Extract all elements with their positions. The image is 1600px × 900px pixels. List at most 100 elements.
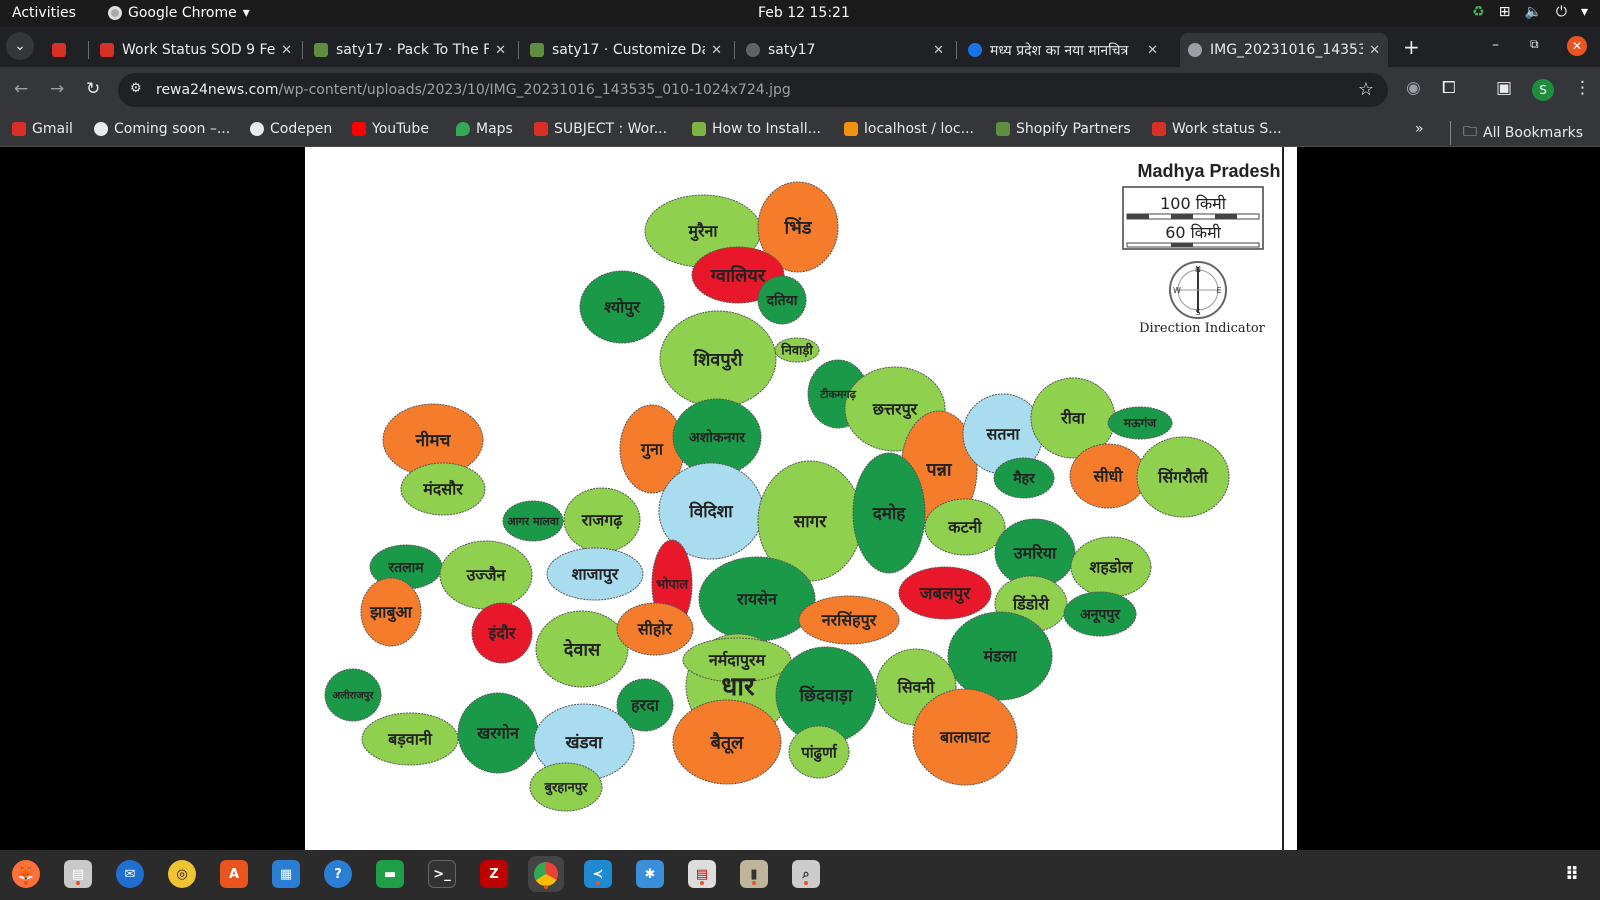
district-label: मुरैना — [687, 222, 718, 242]
tab-saty17[interactable]: saty17 ✕ — [738, 33, 952, 67]
minimize-button[interactable]: – — [1492, 37, 1499, 53]
bookmark-subject[interactable]: SUBJECT : Wor... — [534, 121, 667, 137]
firefox-icon[interactable]: 🦊 — [12, 860, 40, 888]
camera-icon[interactable]: ◉ — [1406, 78, 1421, 98]
all-bookmarks-button[interactable]: 🗀 All Bookmarks — [1450, 121, 1583, 145]
close-icon[interactable]: ✕ — [933, 43, 944, 58]
district-label: धार — [721, 672, 756, 702]
close-icon[interactable]: ✕ — [495, 43, 506, 58]
tab-customize[interactable]: saty17 · Customize Da ✕ — [522, 33, 730, 67]
district-label: आगर मालवा — [507, 515, 560, 528]
rhythmbox-icon[interactable]: ◎ — [168, 860, 196, 888]
tab-image[interactable]: IMG_20231016_14353 ✕ — [1180, 33, 1388, 67]
back-arrow-icon[interactable]: ← — [14, 79, 28, 99]
writer-icon[interactable]: ▦ — [272, 860, 300, 888]
district-label: दमोह — [872, 503, 907, 524]
chat-icon[interactable]: ▬ — [376, 860, 404, 888]
star-icon[interactable]: ☆ — [1358, 79, 1374, 100]
software-center-icon[interactable]: A — [220, 860, 248, 888]
system-tray[interactable]: ♻ ⊞ 🔈 ⏻ ▾ — [1472, 4, 1588, 20]
clock[interactable]: Feb 12 15:21 — [758, 5, 850, 21]
bookmark-how-to-install[interactable]: How to Install... — [692, 121, 821, 137]
help-icon[interactable]: ? — [324, 860, 352, 888]
archive-icon[interactable]: ▮ — [740, 860, 768, 888]
bookmark-codepen[interactable]: Codepen — [250, 121, 332, 137]
app-menu[interactable]: Google Chrome ▾ — [108, 5, 250, 21]
site-info-icon[interactable]: ⚙ — [130, 81, 142, 96]
close-window-button[interactable]: ✕ — [1567, 36, 1587, 56]
bookmark-gmail[interactable]: Gmail — [12, 121, 73, 137]
activities-button[interactable]: Activities — [12, 5, 76, 21]
side-panel-icon[interactable]: ▣ — [1496, 78, 1512, 98]
chevron-down-icon[interactable]: ▾ — [1581, 4, 1588, 20]
document-viewer-icon[interactable]: ▤ — [688, 860, 716, 888]
bookmark-shopify-partners[interactable]: Shopify Partners — [996, 121, 1131, 137]
shopify-icon — [314, 43, 328, 57]
close-icon[interactable]: ✕ — [1147, 43, 1158, 58]
power-icon[interactable]: ⏻ — [1556, 4, 1567, 20]
district-label: ग्वालियर — [710, 264, 766, 286]
tab-gmail[interactable] — [44, 33, 82, 67]
filezilla-icon[interactable]: Z — [480, 860, 508, 888]
chrome-icon[interactable] — [528, 856, 564, 892]
url-path: /wp-content/uploads/2023/10/IMG_20231016… — [278, 82, 791, 98]
bookmark-youtube[interactable]: YouTube — [352, 121, 429, 137]
globe-icon — [250, 122, 264, 136]
chevron-down-icon: ⌄ — [14, 38, 26, 54]
district-label: रतलाम — [387, 560, 424, 576]
volume-icon[interactable]: 🔈 — [1524, 4, 1541, 20]
district-label: सिंगरौली — [1157, 468, 1209, 487]
svg-text:W: W — [1173, 286, 1181, 295]
bookmark-coming-soon[interactable]: Coming soon –... — [94, 121, 230, 137]
tab-pack-to-the[interactable]: saty17 · Pack To The F ✕ — [306, 33, 514, 67]
more-bookmarks-button[interactable]: » — [1415, 121, 1424, 137]
district-label: देवास — [563, 638, 601, 660]
tab-search-button[interactable]: ⌄ — [6, 32, 34, 60]
tab-mp-map[interactable]: मध्य प्रदेश का नया मानचित्र ✕ — [960, 33, 1166, 67]
toolbar: ← → ↻ ⚙ rewa24news.com/wp-content/upload… — [0, 67, 1600, 113]
image-viewer: मुरैना भिंड ग्वालियर श्योपुर दतिया शिवपुरी निव… — [0, 147, 1600, 850]
avatar[interactable]: S — [1532, 79, 1554, 101]
globe-icon — [94, 122, 108, 136]
district-label: अनूपपुर — [1080, 607, 1121, 624]
close-icon[interactable]: ✕ — [281, 43, 292, 58]
bookmark-work-status[interactable]: Work status S... — [1152, 121, 1282, 137]
files-icon[interactable]: ▤ — [64, 860, 92, 888]
bookmark-localhost[interactable]: localhost / loc... — [844, 121, 974, 137]
map-pin-icon — [456, 122, 470, 136]
bookmark-maps[interactable]: Maps — [456, 121, 513, 137]
tab-work-status[interactable]: Work Status SOD 9 Fe ✕ — [92, 33, 300, 67]
district-label: हरदा — [630, 696, 660, 715]
district-label: छत्तरपुर — [872, 400, 919, 420]
thunderbird-icon[interactable]: ✉ — [116, 860, 144, 888]
network-icon[interactable]: ⊞ — [1499, 4, 1511, 20]
district-label: नर्मदापुरम — [708, 651, 767, 671]
terminal-icon[interactable]: >_ — [428, 860, 456, 888]
app-icon[interactable]: ✱ — [636, 860, 664, 888]
district-label: खरगोन — [476, 724, 520, 743]
reload-icon[interactable]: ↻ — [86, 79, 100, 99]
district-label: मंदसौर — [422, 480, 464, 499]
kebab-menu-icon[interactable]: ⋮ — [1574, 78, 1591, 98]
new-tab-button[interactable]: + — [1403, 35, 1420, 59]
vscode-icon[interactable]: ≺ — [584, 860, 612, 888]
forward-arrow-icon[interactable]: → — [50, 79, 64, 99]
district-label: अलीराजपुर — [333, 689, 375, 702]
image-viewer-icon[interactable]: ⌕ — [792, 860, 820, 888]
district-label: श्योपुर — [604, 298, 641, 318]
district-label: खंडवा — [565, 733, 603, 753]
district-label: बैतूल — [710, 731, 745, 754]
close-icon[interactable]: ✕ — [1369, 43, 1380, 58]
svg-text:E: E — [1216, 286, 1221, 295]
taskbar-dock: 🦊 ▤ ✉ ◎ A ▦ ? ▬ >_ Z ≺ ✱ ▤ ▮ ⌕ ⠿ — [0, 850, 1600, 900]
recycle-icon[interactable]: ♻ — [1472, 4, 1485, 20]
district-label: निवाड़ी — [780, 343, 813, 359]
close-icon[interactable]: ✕ — [711, 43, 722, 58]
show-apps-icon[interactable]: ⠿ — [1558, 860, 1586, 888]
district-label: जबलपुर — [919, 584, 972, 604]
address-bar[interactable]: ⚙ rewa24news.com/wp-content/uploads/2023… — [118, 73, 1388, 107]
maximize-button[interactable]: ⧉ — [1530, 37, 1539, 52]
extensions-icon[interactable]: ⧠ — [1442, 78, 1456, 98]
svg-text:N: N — [1195, 265, 1201, 274]
phpmyadmin-icon — [844, 122, 858, 136]
